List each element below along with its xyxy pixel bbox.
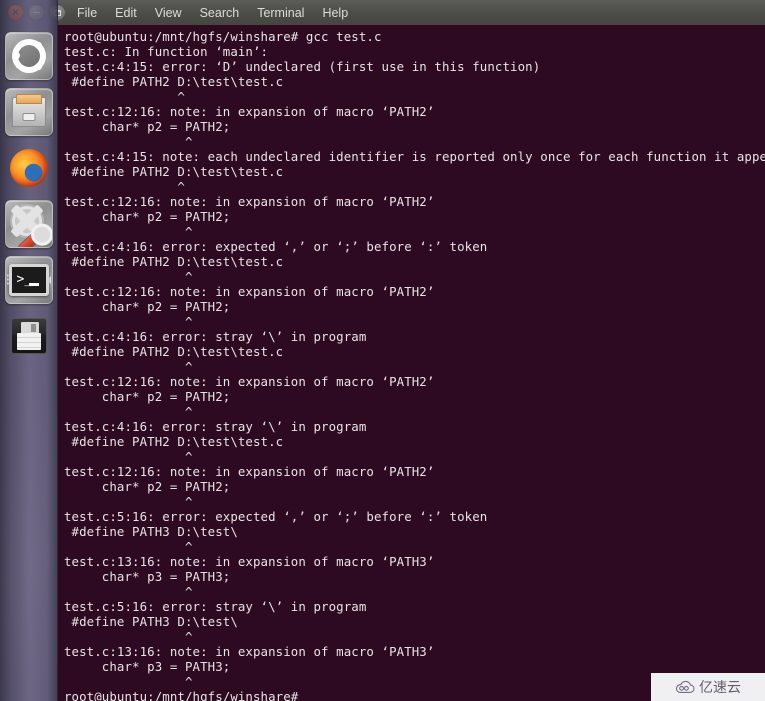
watermark-text: 亿速云 <box>699 680 741 696</box>
terminal-window: × File Edit View Search Terminal Help ro… <box>7 0 765 701</box>
watermark: 亿速云 <box>651 673 765 701</box>
screen: >_ × <box>0 0 765 701</box>
launcher-item-firefox[interactable] <box>5 144 53 192</box>
cloud-icon <box>675 680 695 693</box>
terminal-output-area[interactable]: root@ubuntu:/mnt/hgfs/winshare# gcc test… <box>58 25 765 701</box>
ubuntu-logo-icon <box>11 39 46 73</box>
launcher-item-files[interactable] <box>4 88 53 136</box>
launcher-item-terminal[interactable]: >_ <box>4 256 53 304</box>
menu-item-file[interactable]: File <box>68 3 106 23</box>
terminal-text: root@ubuntu:/mnt/hgfs/winshare# gcc test… <box>64 29 765 701</box>
menubar[interactable]: File Edit View Search Terminal Help <box>58 0 357 25</box>
launcher-item-save-disk[interactable] <box>5 312 53 360</box>
floppy-disk-icon <box>10 318 47 354</box>
menu-item-edit[interactable]: Edit <box>106 3 146 23</box>
launcher-item-settings[interactable] <box>4 200 53 248</box>
terminal-icon: >_ <box>8 264 49 296</box>
window-titlebar: × File Edit View Search Terminal Help <box>7 0 765 25</box>
firefox-icon <box>9 149 48 187</box>
menu-item-terminal[interactable]: Terminal <box>248 3 313 23</box>
menu-item-search[interactable]: Search <box>191 3 249 23</box>
file-cabinet-icon <box>11 94 46 127</box>
menu-item-help[interactable]: Help <box>313 3 357 23</box>
unity-launcher[interactable]: >_ <box>0 0 58 701</box>
launcher-item-ubuntu-dash[interactable] <box>4 32 53 80</box>
menu-item-view[interactable]: View <box>146 3 191 23</box>
